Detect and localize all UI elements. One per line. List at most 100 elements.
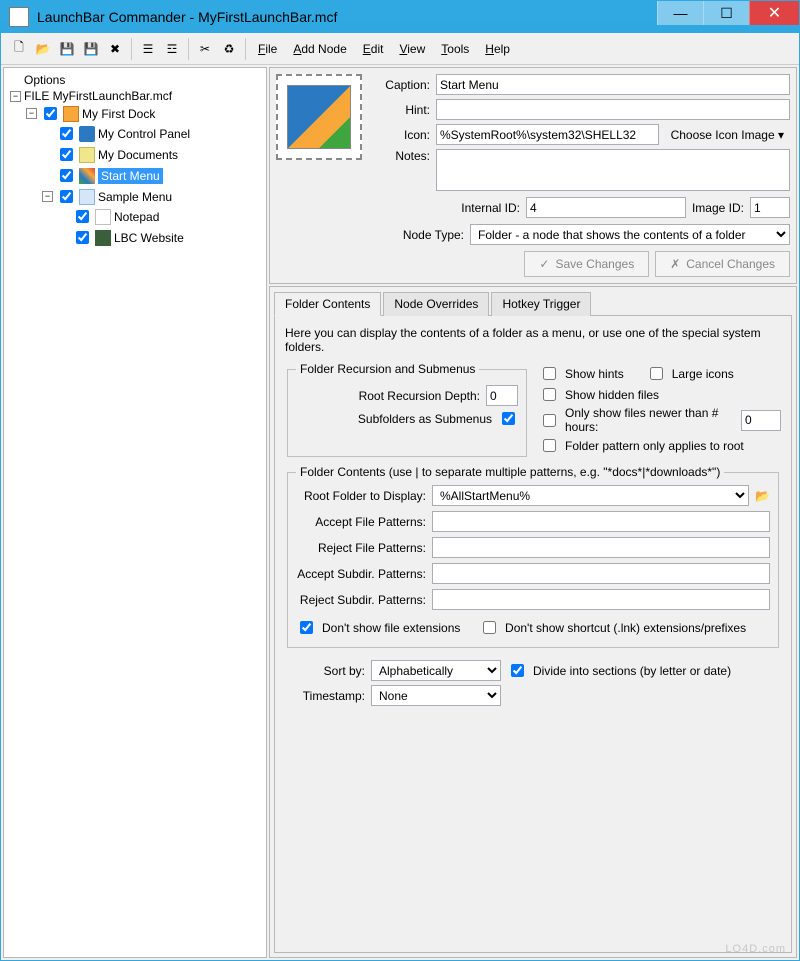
delete-icon[interactable]: ✖ bbox=[105, 39, 125, 59]
tree-item[interactable]: Notepad bbox=[114, 210, 159, 224]
tree-checkbox[interactable] bbox=[76, 231, 89, 244]
icon-input[interactable] bbox=[436, 124, 659, 145]
toolbar: 🗋 📂 💾 💾 ✖ ☰ ☲ ✂ ♻ File Add Node Edit Vie… bbox=[1, 33, 799, 65]
documents-icon bbox=[79, 147, 95, 163]
tree-panel: Options −FILE MyFirstLaunchBar.mcf −My F… bbox=[3, 67, 267, 958]
show-hints-checkbox[interactable] bbox=[543, 367, 556, 380]
maximize-button[interactable]: ☐ bbox=[703, 1, 749, 25]
caption-input[interactable] bbox=[436, 74, 790, 95]
control-panel-icon bbox=[79, 126, 95, 142]
tree-item-selected[interactable]: Start Menu bbox=[98, 168, 163, 184]
root-folder-label: Root Folder to Display: bbox=[296, 489, 426, 503]
reject-subdir-input[interactable] bbox=[432, 589, 770, 610]
list-icon[interactable]: ☲ bbox=[162, 39, 182, 59]
sort-label: Sort by: bbox=[285, 664, 365, 678]
timestamp-label: Timestamp: bbox=[285, 689, 365, 703]
menu-add-node[interactable]: Add Node bbox=[287, 40, 352, 58]
app-window: LaunchBar Commander - MyFirstLaunchBar.m… bbox=[0, 0, 800, 961]
reject-files-input[interactable] bbox=[432, 537, 770, 558]
root-depth-input[interactable] bbox=[486, 385, 518, 406]
pattern-root-checkbox[interactable] bbox=[543, 439, 556, 452]
folder-help-text: Here you can display the contents of a f… bbox=[285, 326, 781, 354]
accept-subdir-label: Accept Subdir. Patterns: bbox=[296, 567, 426, 581]
internal-id-input[interactable] bbox=[526, 197, 686, 218]
accept-files-label: Accept File Patterns: bbox=[296, 515, 426, 529]
new-icon[interactable]: 🗋 bbox=[9, 39, 29, 59]
menu-view[interactable]: View bbox=[393, 40, 431, 58]
folder-contents-legend: Folder Contents (use | to separate multi… bbox=[296, 465, 724, 479]
app-icon bbox=[9, 7, 29, 27]
save-all-icon[interactable]: 💾 bbox=[81, 39, 101, 59]
node-type-label: Node Type: bbox=[403, 228, 464, 242]
tree-dock[interactable]: My First Dock bbox=[82, 107, 155, 121]
window-title: LaunchBar Commander - MyFirstLaunchBar.m… bbox=[37, 9, 657, 25]
menu-file[interactable]: File bbox=[252, 40, 283, 58]
large-icons-checkbox[interactable] bbox=[650, 367, 663, 380]
notes-label: Notes: bbox=[370, 149, 430, 163]
tab-node-overrides[interactable]: Node Overrides bbox=[383, 292, 489, 316]
hint-input[interactable] bbox=[436, 99, 790, 120]
properties-panel: Caption: Hint: Icon: Choose Icon Image ▾… bbox=[269, 67, 797, 284]
browse-folder-icon[interactable]: 📂 bbox=[755, 489, 770, 503]
tree-icon[interactable]: ☰ bbox=[138, 39, 158, 59]
tree-checkbox[interactable] bbox=[60, 190, 73, 203]
recursion-legend: Folder Recursion and Submenus bbox=[296, 362, 479, 376]
accept-subdir-input[interactable] bbox=[432, 563, 770, 584]
sort-select[interactable]: Alphabetically bbox=[371, 660, 501, 681]
only-newer-input[interactable] bbox=[741, 410, 781, 431]
tree-item[interactable]: My Documents bbox=[98, 148, 178, 162]
menu-help[interactable]: Help bbox=[479, 40, 516, 58]
tree-options[interactable]: Options bbox=[24, 73, 65, 87]
expander-icon[interactable]: − bbox=[10, 91, 21, 102]
open-icon[interactable]: 📂 bbox=[33, 39, 53, 59]
menu-edit[interactable]: Edit bbox=[357, 40, 390, 58]
no-ext-checkbox[interactable] bbox=[300, 621, 313, 634]
tree-checkbox[interactable] bbox=[44, 107, 57, 120]
no-lnk-checkbox[interactable] bbox=[483, 621, 496, 634]
subfolders-checkbox[interactable] bbox=[502, 412, 515, 425]
expander-icon[interactable]: − bbox=[26, 108, 37, 119]
notes-input[interactable] bbox=[436, 149, 790, 191]
show-hidden-checkbox[interactable] bbox=[543, 388, 556, 401]
minimize-button[interactable]: — bbox=[657, 1, 703, 25]
start-menu-icon bbox=[79, 168, 95, 184]
tree-checkbox[interactable] bbox=[76, 210, 89, 223]
dock-icon bbox=[63, 106, 79, 122]
tree-checkbox[interactable] bbox=[60, 127, 73, 140]
reject-subdir-label: Reject Subdir. Patterns: bbox=[296, 593, 426, 607]
root-depth-label: Root Recursion Depth: bbox=[296, 389, 480, 403]
choose-icon-button[interactable]: Choose Icon Image ▾ bbox=[665, 125, 790, 145]
accept-files-input[interactable] bbox=[432, 511, 770, 532]
tree-checkbox[interactable] bbox=[60, 148, 73, 161]
watermark: LO4D.com bbox=[725, 943, 786, 955]
icon-preview[interactable] bbox=[276, 74, 362, 160]
expander-icon[interactable]: − bbox=[42, 191, 53, 202]
tab-folder-contents[interactable]: Folder Contents bbox=[274, 292, 381, 316]
image-id-input[interactable] bbox=[750, 197, 790, 218]
cancel-changes-button[interactable]: ✗ Cancel Changes bbox=[655, 251, 790, 277]
tab-hotkey-trigger[interactable]: Hotkey Trigger bbox=[491, 292, 591, 316]
tree-checkbox[interactable] bbox=[60, 169, 73, 182]
icon-label: Icon: bbox=[370, 128, 430, 142]
divide-checkbox[interactable] bbox=[511, 664, 524, 677]
tree-item[interactable]: LBC Website bbox=[114, 231, 184, 245]
tree-item[interactable]: Sample Menu bbox=[98, 190, 172, 204]
tree-file[interactable]: FILE MyFirstLaunchBar.mcf bbox=[24, 89, 172, 103]
save-icon[interactable]: 💾 bbox=[57, 39, 77, 59]
refresh-icon[interactable]: ♻ bbox=[219, 39, 239, 59]
cut-icon[interactable]: ✂ bbox=[195, 39, 215, 59]
root-folder-select[interactable]: %AllStartMenu% bbox=[432, 485, 749, 506]
close-button[interactable]: ✕ bbox=[749, 1, 799, 25]
node-type-select[interactable]: Folder - a node that shows the contents … bbox=[470, 224, 790, 245]
tree-item[interactable]: My Control Panel bbox=[98, 127, 190, 141]
image-id-label: Image ID: bbox=[692, 201, 744, 215]
subfolders-label: Subfolders as Submenus bbox=[296, 412, 492, 426]
notepad-icon bbox=[95, 209, 111, 225]
save-changes-button[interactable]: ✓ Save Changes bbox=[524, 251, 649, 277]
tabs-panel: Folder Contents Node Overrides Hotkey Tr… bbox=[269, 286, 797, 958]
menu-tools[interactable]: Tools bbox=[435, 40, 475, 58]
titlebar: LaunchBar Commander - MyFirstLaunchBar.m… bbox=[1, 1, 799, 33]
menu-node-icon bbox=[79, 189, 95, 205]
only-newer-checkbox[interactable] bbox=[543, 414, 556, 427]
timestamp-select[interactable]: None bbox=[371, 685, 501, 706]
